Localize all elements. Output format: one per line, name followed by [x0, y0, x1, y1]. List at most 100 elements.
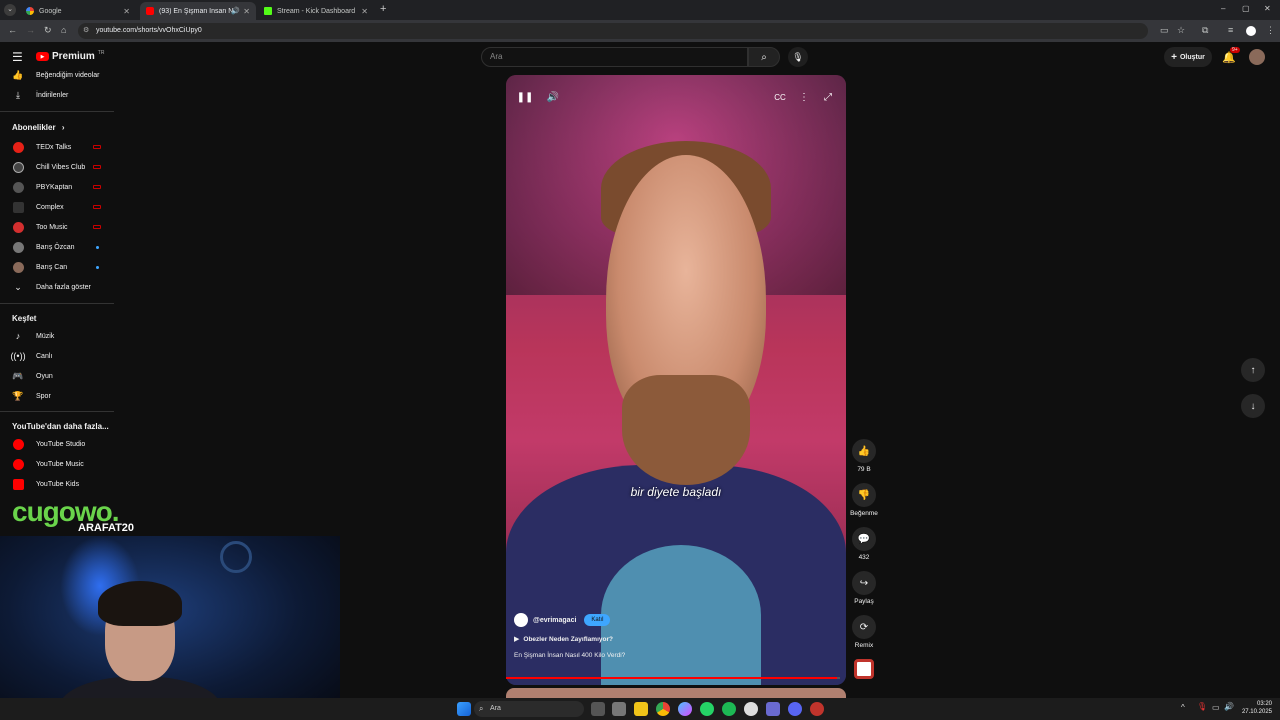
share-button[interactable]: ↪ Paylaş [848, 571, 880, 605]
hamburger-menu-icon[interactable]: ☰ [12, 50, 23, 64]
sidebar-item-downloads[interactable]: ⤓ İndirilenler [0, 85, 114, 105]
shorts-video-player[interactable]: ❚❚ 🔊 CC ⋮ ⤢ bir diyete başladı @evrimaga… [506, 75, 846, 685]
playlist-link[interactable]: Obezler Neden Zayıflamıyor? [523, 636, 613, 643]
discord-icon[interactable] [788, 702, 802, 716]
extensions-icon[interactable]: ⧉ [1202, 25, 1208, 36]
new-tab-button[interactable]: + [380, 3, 386, 15]
site-info-icon[interactable]: ⚙ [83, 23, 89, 39]
sidebar-item-sports[interactable]: 🏆 Spor [0, 386, 114, 406]
media-icon[interactable]: ≡ [1228, 25, 1233, 35]
maximize-button[interactable]: ▢ [1242, 4, 1250, 13]
chrome-icon[interactable] [656, 702, 670, 716]
copilot-icon[interactable] [678, 702, 692, 716]
join-button[interactable]: Katıl [584, 614, 611, 626]
obs-icon[interactable] [744, 702, 758, 716]
sidebar-item-baris-ozcan[interactable]: Barış Özcan [0, 237, 114, 257]
sidebar-item-complex[interactable]: Complex [0, 197, 114, 217]
sidebar-item-gaming[interactable]: 🎮 Oyun [0, 366, 114, 386]
channel-name[interactable]: @evrimagaci [533, 617, 576, 624]
network-icon[interactable]: ▭ [1212, 703, 1220, 712]
captions-button[interactable]: CC [770, 87, 790, 107]
back-button[interactable]: ← [8, 25, 17, 35]
previous-video-button[interactable]: ↑ [1241, 358, 1265, 382]
sidebar-item-youtube-kids[interactable]: YouTube Kids [0, 474, 114, 494]
more-options-icon[interactable]: ⋮ [794, 87, 814, 107]
taskbar-search[interactable]: ⌕ Ara [474, 701, 584, 717]
bookmark-star-icon[interactable]: ☆ [1177, 25, 1185, 36]
video-title[interactable]: En Şişman İnsan Nasıl 400 Kilo Verdi? [514, 652, 625, 659]
bell-icon: 🔔 [1222, 52, 1236, 64]
notifications-button[interactable]: 🔔 9+ [1222, 47, 1240, 64]
close-icon[interactable]: ✕ [123, 7, 130, 16]
whatsapp-icon[interactable] [700, 702, 714, 716]
remix-button[interactable]: ⟳ Remix [848, 615, 880, 649]
subscriptions-header[interactable]: Abonelikler › [12, 123, 64, 132]
sidebar-item-live[interactable]: ((•)) Canlı [0, 346, 114, 366]
sidebar-item-youtube-studio[interactable]: YouTube Studio [0, 434, 114, 454]
tab-search-icon[interactable]: ⌄ [4, 4, 16, 16]
minimize-button[interactable]: – [1221, 4, 1225, 13]
spotify-icon[interactable] [722, 702, 736, 716]
sidebar-item-youtube-music[interactable]: YouTube Music [0, 454, 114, 474]
sidebar-item-chill-vibes[interactable]: Chill Vibes Club [0, 157, 114, 177]
task-view-icon[interactable] [591, 702, 605, 716]
video-progress-bar[interactable] [506, 677, 840, 679]
next-video-preview [506, 688, 846, 698]
volume-icon[interactable]: 🔊 [1224, 702, 1234, 711]
sidebar-item-music[interactable]: ♪ Müzik [0, 326, 114, 346]
next-video-button[interactable]: ↓ [1241, 394, 1265, 418]
app-icon[interactable] [766, 702, 780, 716]
like-button[interactable]: 👍 79 B [848, 439, 880, 473]
comments-button[interactable]: 💬 432 [848, 527, 880, 561]
tray-chevron-icon[interactable]: ^ [1181, 703, 1185, 712]
file-explorer-icon[interactable] [634, 702, 648, 716]
search-button[interactable]: ⌕ [748, 47, 780, 67]
widgets-icon[interactable] [612, 702, 626, 716]
tab-kick[interactable]: Stream - Kick Dashboard ✕ [258, 2, 374, 20]
voice-search-button[interactable]: 🎙 [788, 47, 808, 67]
pause-button[interactable]: ❚❚ [515, 87, 535, 107]
windows-start-icon[interactable] [457, 702, 471, 716]
sidebar-item-pbykaptan[interactable]: PBYKaptan [0, 177, 114, 197]
chevron-right-icon: › [61, 123, 65, 132]
tab-youtube[interactable]: (93) En Şişman İnsan Nasıl... 🔊 ✕ [140, 2, 256, 20]
dislike-button[interactable]: 👎 Beğenme [848, 483, 880, 517]
address-bar[interactable]: ⚙ youtube.com/shorts/vvOhxCiUpy0 [78, 23, 1148, 39]
show-more-button[interactable]: ⌄ Daha fazla göster [0, 277, 114, 297]
speaker-icon[interactable]: 🔊 [231, 7, 240, 15]
avatar[interactable] [1249, 49, 1265, 65]
sidebar-item-label: Oyun [36, 372, 53, 380]
url-text: youtube.com/shorts/vvOhxCiUpy0 [96, 27, 202, 34]
browser-app-icon[interactable] [810, 702, 824, 716]
channel-avatar[interactable] [514, 613, 528, 627]
clock[interactable]: 03:20 27.10.2025 [1238, 700, 1272, 716]
home-button[interactable]: ⌂ [61, 25, 66, 35]
tab-google[interactable]: Google ✕ [20, 2, 136, 20]
volume-button[interactable]: 🔊 [543, 87, 563, 107]
remix-label: Remix [854, 642, 874, 649]
menu-dots-icon[interactable]: ⋮ [1266, 25, 1275, 36]
avatar [12, 141, 24, 153]
microphone-tray-icon[interactable]: 🎙 [1197, 702, 1207, 711]
kick-icon [264, 7, 272, 15]
sidebar-item-too-music[interactable]: Too Music [0, 217, 114, 237]
profile-avatar[interactable] [1246, 26, 1256, 36]
close-icon[interactable]: ✕ [361, 7, 368, 16]
sound-thumbnail[interactable] [854, 659, 874, 679]
live-indicator [93, 225, 101, 229]
create-button[interactable]: + Oluştur [1164, 47, 1212, 67]
close-window-button[interactable]: ✕ [1264, 4, 1271, 13]
fullscreen-button[interactable]: ⤢ [818, 87, 838, 107]
sidebar-item-tedx[interactable]: TEDx Talks [0, 137, 114, 157]
reload-button[interactable]: ↻ [44, 25, 52, 36]
sidebar-item-liked[interactable]: 👍 Beğendiğim videolar [0, 65, 114, 85]
trophy-icon: 🏆 [12, 390, 24, 401]
cast-icon[interactable]: ▭ [1160, 25, 1169, 36]
sidebar-item-baris-can[interactable]: Barış Can [0, 257, 114, 277]
clock-date: 27.10.2025 [1241, 709, 1272, 715]
search-input[interactable]: Ara [481, 47, 748, 67]
sidebar-item-label: İndirilenler [36, 91, 69, 99]
forward-button[interactable]: → [26, 25, 35, 35]
youtube-logo[interactable]: ▶ Premium TR [36, 50, 104, 62]
close-icon[interactable]: ✕ [243, 7, 250, 16]
